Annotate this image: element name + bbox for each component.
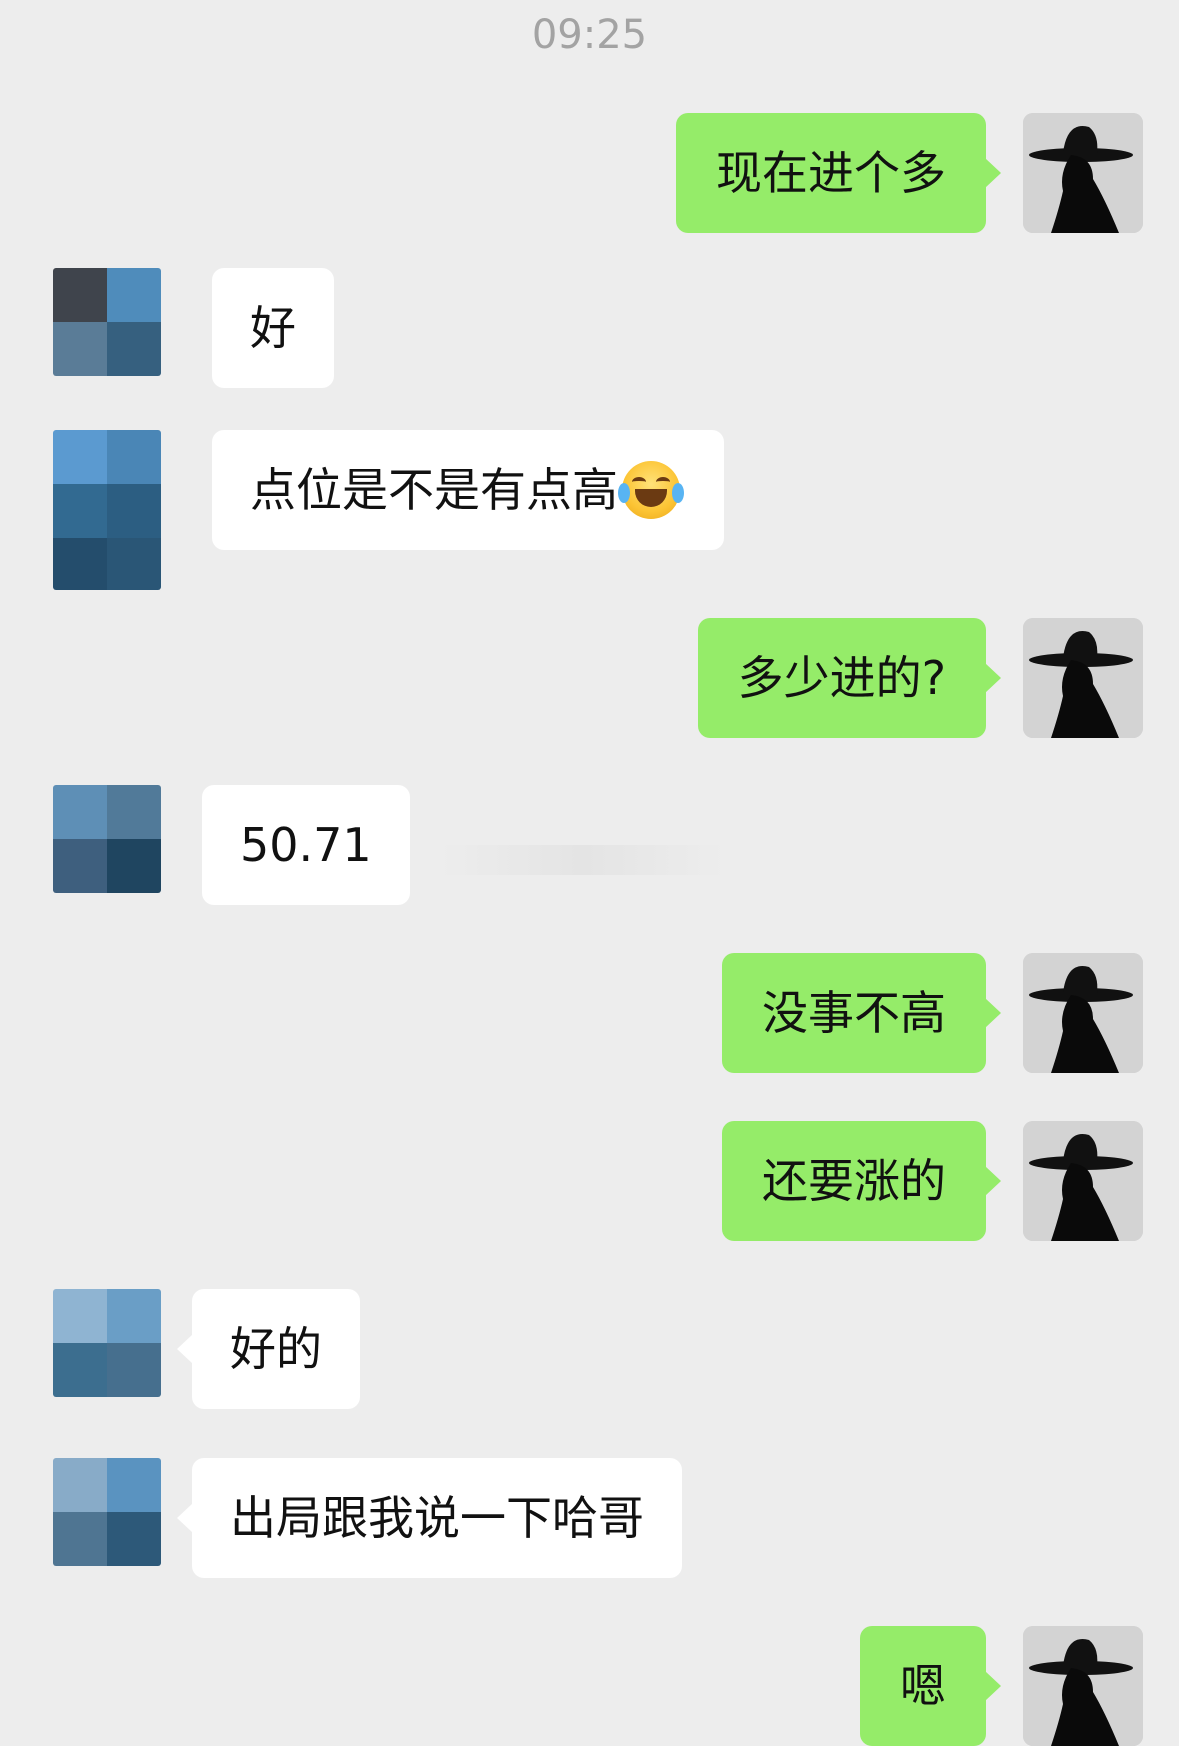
- message-bubble-received[interactable]: 出局跟我说一下哈哥: [177, 1458, 682, 1578]
- contact-avatar[interactable]: [53, 430, 161, 590]
- my-avatar[interactable]: [1023, 1626, 1143, 1746]
- message-bubble-received[interactable]: 好的: [177, 1289, 360, 1409]
- message-bubble-sent[interactable]: 嗯: [860, 1626, 1001, 1746]
- my-avatar[interactable]: [1023, 953, 1143, 1073]
- contact-avatar[interactable]: [53, 1458, 161, 1566]
- contact-avatar[interactable]: [53, 785, 161, 893]
- message-bubble-received[interactable]: 50.71: [202, 785, 410, 905]
- message-bubble-sent[interactable]: 没事不高: [722, 953, 1001, 1073]
- message-bubble-sent[interactable]: 多少进的?: [697, 618, 1002, 738]
- tears-of-joy-emoji: [618, 460, 684, 519]
- message-text: 点位是不是有点高: [250, 463, 618, 517]
- contact-avatar[interactable]: [53, 1289, 161, 1397]
- my-avatar[interactable]: [1023, 113, 1143, 233]
- contact-avatar[interactable]: [53, 268, 161, 376]
- message-bubble-received[interactable]: 好: [212, 268, 334, 388]
- chat-timestamp: 09:25: [531, 12, 648, 58]
- message-bubble-received[interactable]: 点位是不是有点高: [212, 430, 724, 550]
- message-bubble-sent[interactable]: 现在进个多: [676, 113, 1001, 233]
- my-avatar[interactable]: [1023, 1121, 1143, 1241]
- my-avatar[interactable]: [1023, 618, 1143, 738]
- message-bubble-sent[interactable]: 还要涨的: [722, 1121, 1001, 1241]
- redaction-smudge: [440, 845, 725, 875]
